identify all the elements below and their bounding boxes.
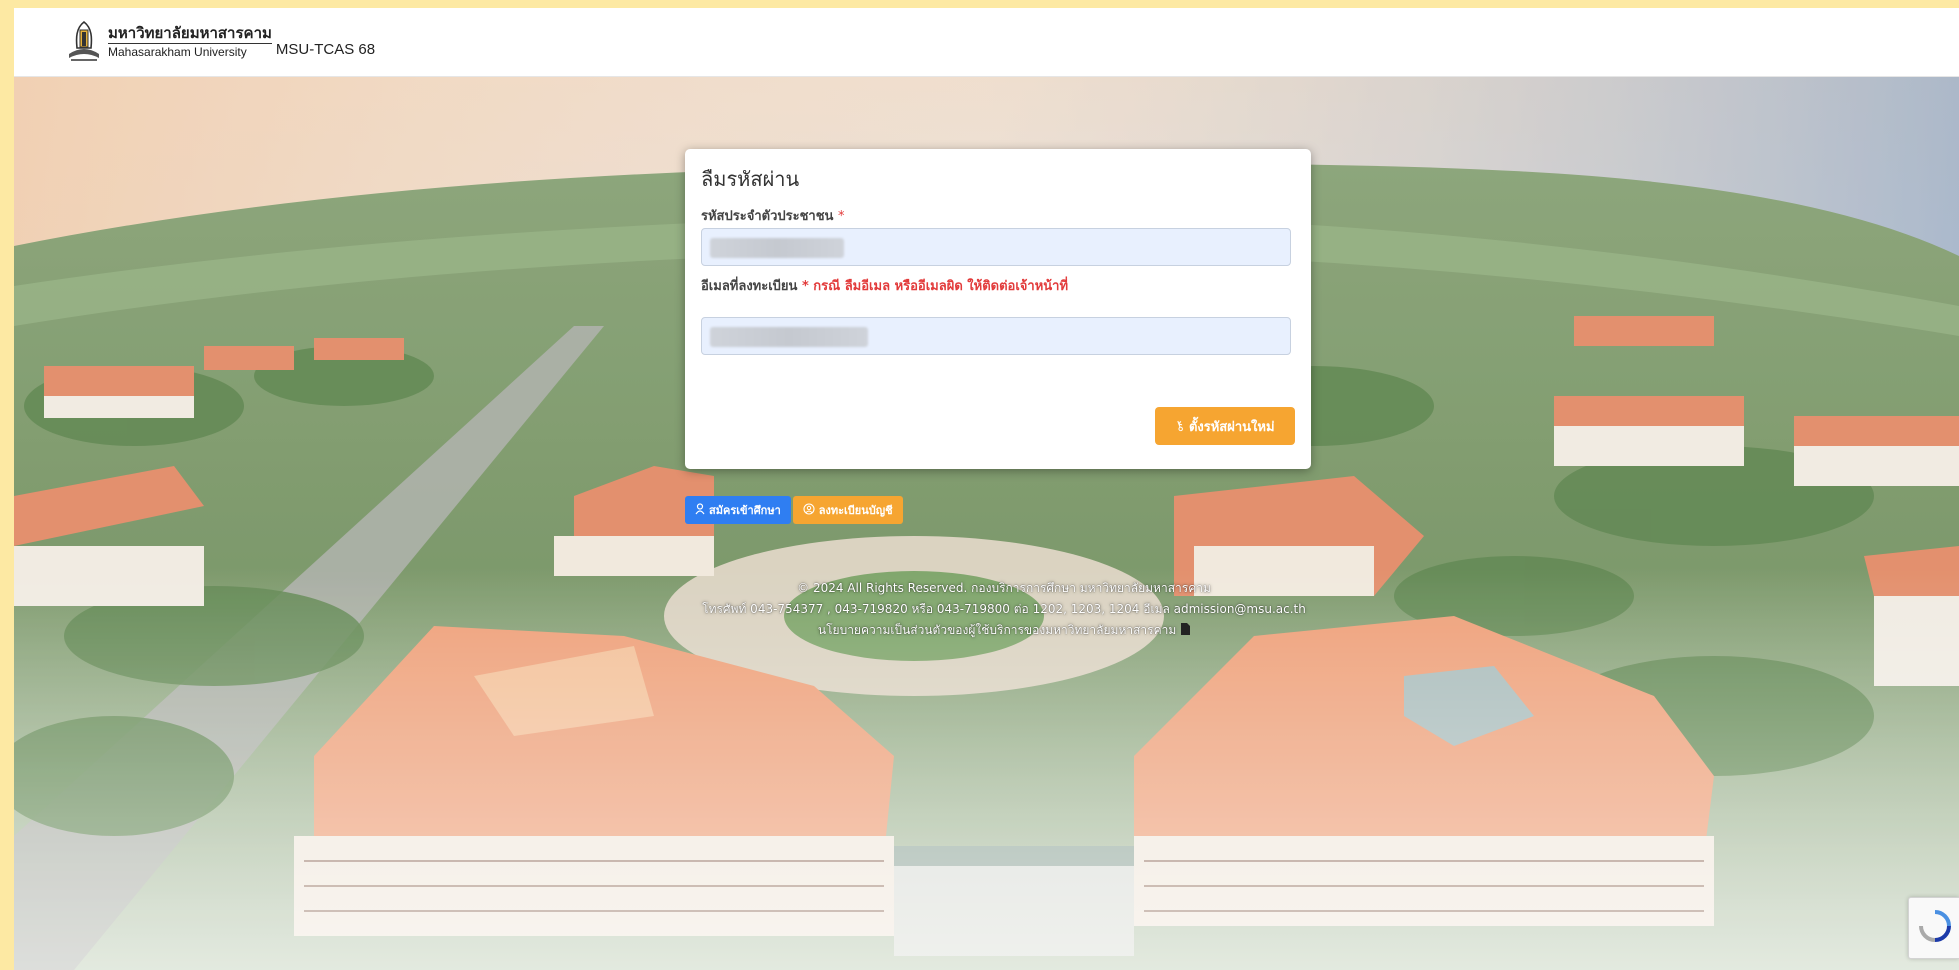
email-label-text: อีเมลที่ลงทะเบียน bbox=[701, 279, 798, 294]
modal-title: ลืมรหัสผ่าน bbox=[701, 167, 800, 191]
citizen-id-input[interactable] bbox=[701, 228, 1291, 266]
apply-label: สมัครเข้าศึกษา bbox=[709, 504, 781, 517]
recaptcha-icon bbox=[1919, 910, 1951, 942]
user-icon bbox=[695, 502, 705, 518]
action-buttons: สมัครเข้าศึกษา ลงทะเบียนบัญชี bbox=[685, 496, 903, 524]
university-name-thai: มหาวิทยาลัยมหาสารคาม bbox=[108, 24, 272, 44]
footer: © 2024 All Rights Reserved. กองบริการการ… bbox=[614, 578, 1394, 641]
apply-button[interactable]: สมัครเข้าศึกษา bbox=[685, 496, 791, 524]
app-name: MSU-TCAS 68 bbox=[275, 40, 376, 58]
redacted-value bbox=[710, 238, 844, 258]
email-input[interactable] bbox=[701, 317, 1291, 355]
register-button[interactable]: ลงทะเบียนบัญชี bbox=[792, 496, 903, 524]
recaptcha-badge[interactable] bbox=[1908, 897, 1959, 959]
register-label: ลงทะเบียนบัญชี bbox=[818, 504, 893, 517]
footer-contact: โทรศัพท์ 043-754377 , 043-719820 หรือ 04… bbox=[702, 602, 1306, 616]
user-circle-icon bbox=[803, 502, 815, 518]
email-label: อีเมลที่ลงทะเบียน * กรณี ลืมอีเมล หรืออี… bbox=[701, 275, 1068, 296]
brand-link[interactable]: มหาวิทยาลัยมหาสารคาม Mahasarakham Univer… bbox=[66, 20, 375, 64]
document-icon bbox=[1180, 623, 1191, 637]
required-mark: * bbox=[837, 209, 845, 224]
forgot-password-modal: ลืมรหัสผ่าน รหัสประจำตัวประชาชน * อีเมลท… bbox=[685, 149, 1311, 469]
navbar: มหาวิทยาลัยมหาสารคาม Mahasarakham Univer… bbox=[14, 8, 1959, 77]
citizen-id-label-text: รหัสประจำตัวประชาชน bbox=[701, 209, 834, 224]
key-icon: ⚷ bbox=[1173, 417, 1188, 435]
redacted-value bbox=[710, 327, 868, 347]
privacy-policy-text: นโยบายความเป็นส่วนตัวของผู้ใช้บริการของม… bbox=[817, 623, 1177, 637]
email-note: * กรณี ลืมอีเมล หรืออีเมลผิด ให้ติดต่อเจ… bbox=[801, 279, 1069, 294]
privacy-policy-link[interactable]: นโยบายความเป็นส่วนตัวของผู้ใช้บริการของม… bbox=[614, 620, 1394, 641]
page-frame: มหาวิทยาลัยมหาสารคาม Mahasarakham Univer… bbox=[14, 8, 1959, 970]
university-name-english: Mahasarakham University bbox=[108, 45, 247, 59]
university-logo bbox=[66, 20, 102, 64]
reset-password-label: ตั้งรหัสผ่านใหม่ bbox=[1188, 419, 1275, 435]
reset-password-button[interactable]: ⚷ ตั้งรหัสผ่านใหม่ bbox=[1155, 407, 1295, 445]
citizen-id-label: รหัสประจำตัวประชาชน * bbox=[701, 205, 844, 226]
footer-copyright: © 2024 All Rights Reserved. กองบริการการ… bbox=[797, 581, 1211, 595]
